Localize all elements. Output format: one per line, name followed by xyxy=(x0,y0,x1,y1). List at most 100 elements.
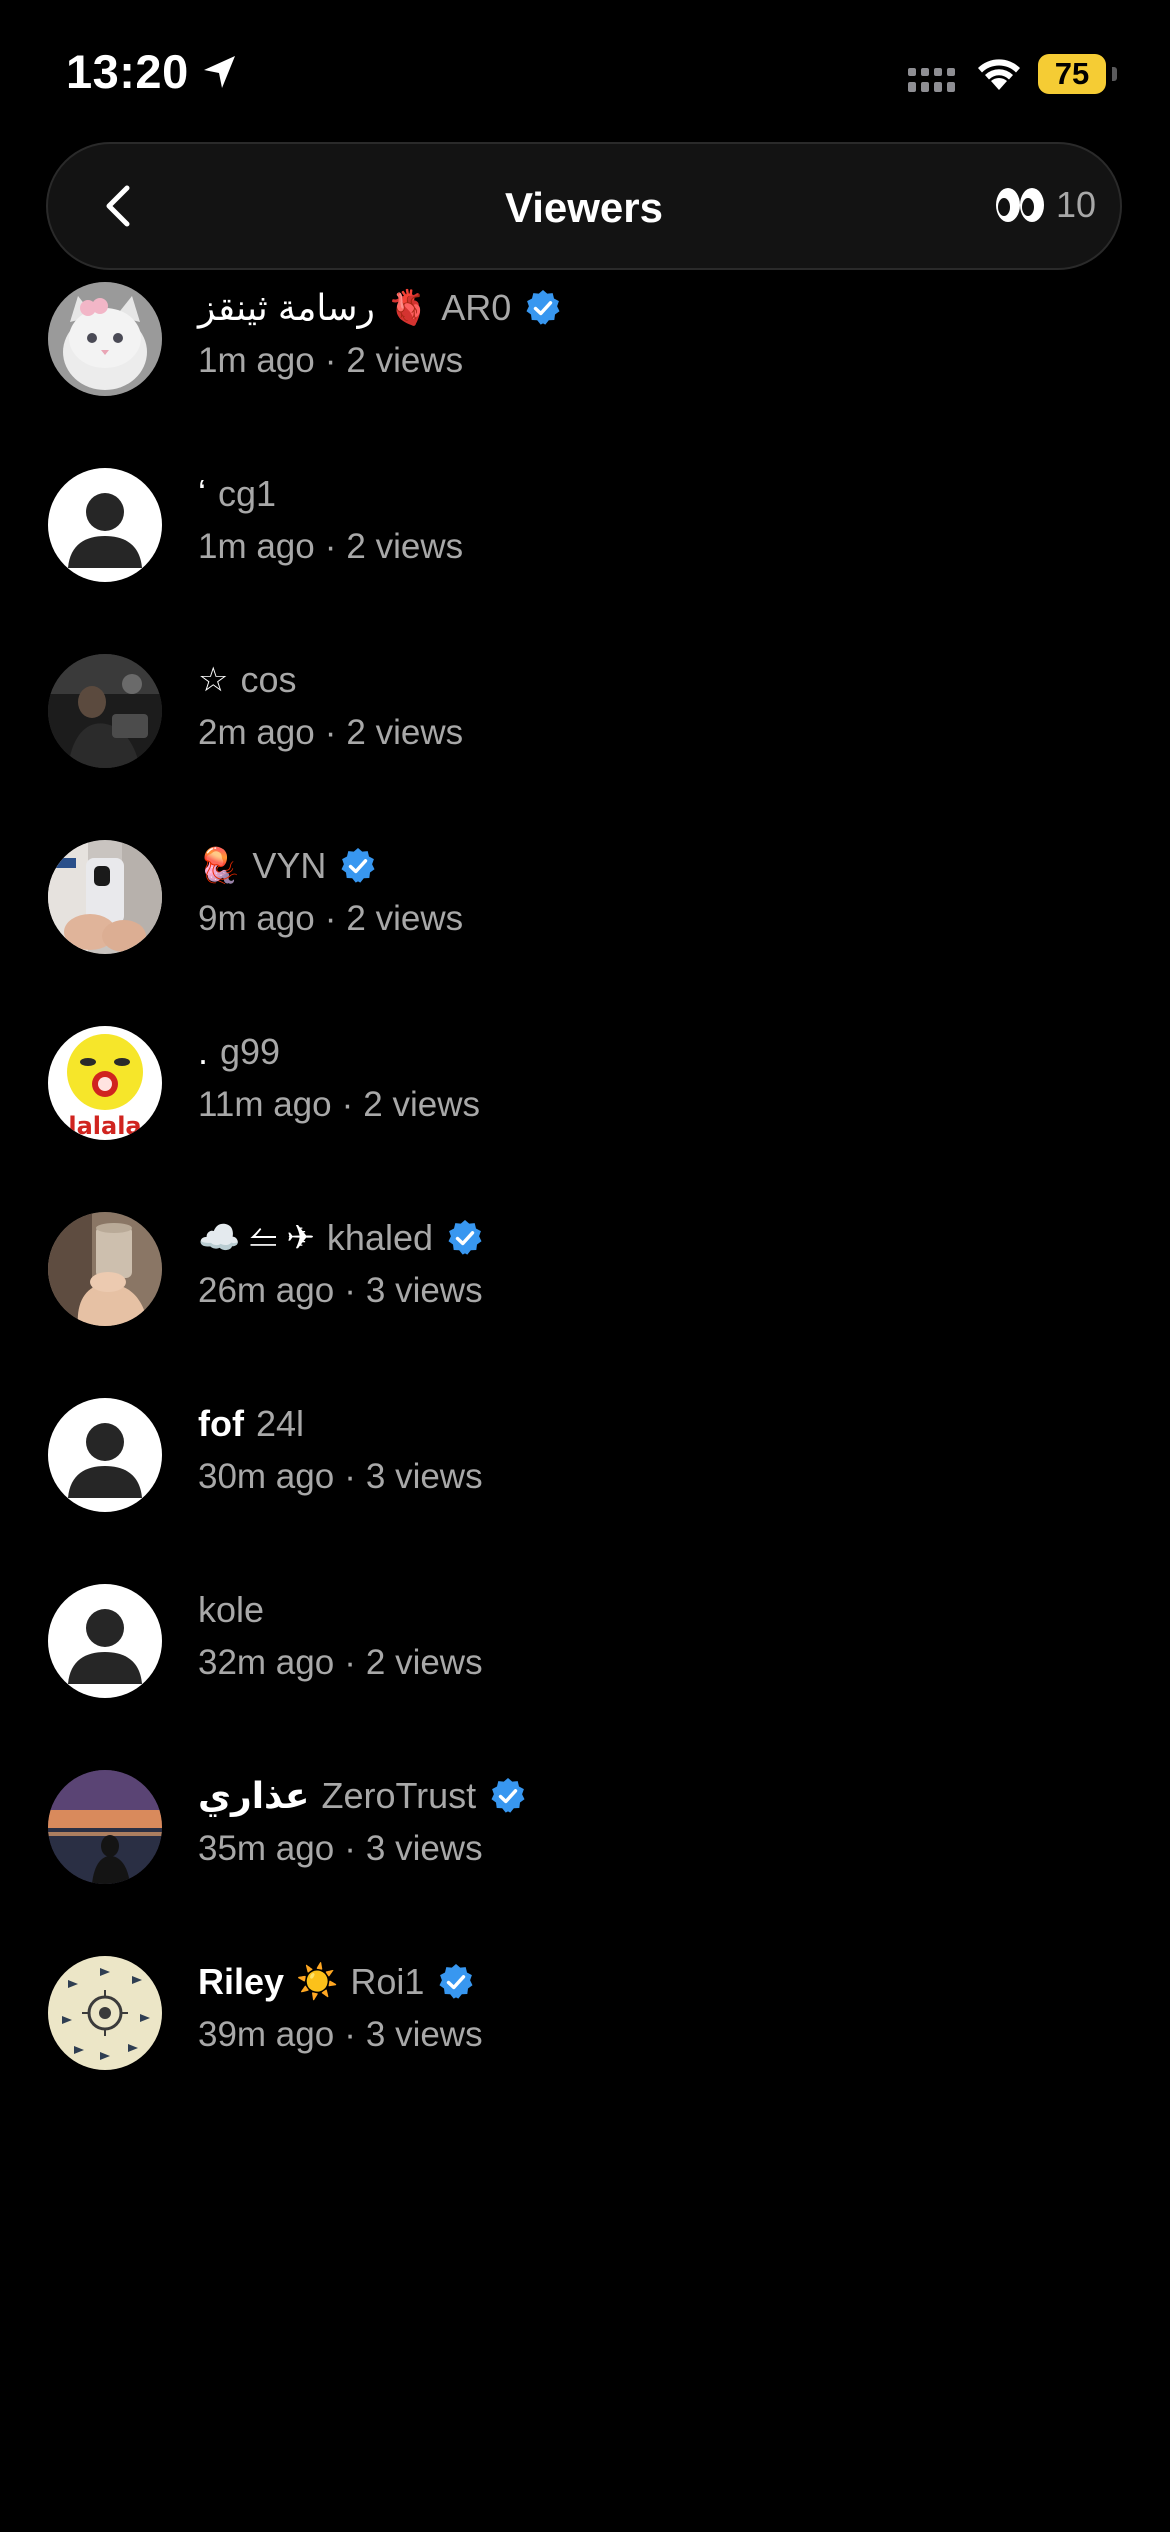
name-emoji: 🪼 xyxy=(198,847,241,885)
view-time: 11m ago xyxy=(198,1085,332,1124)
viewer-meta: 30m ago · 3 views xyxy=(198,1456,1130,1498)
view-time: 35m ago xyxy=(198,1829,335,1868)
viewer-info: fof 24l 30m ago · 3 views xyxy=(198,1402,1130,1498)
verified-badge-icon xyxy=(341,848,375,883)
avatar[interactable] xyxy=(48,282,162,396)
viewer-meta: 9m ago · 2 views xyxy=(198,898,1130,940)
viewer-row[interactable]: fof 24l 30m ago · 3 views xyxy=(0,1398,1170,1584)
viewer-count-number: 10 xyxy=(1055,184,1096,225)
view-count: 2 views xyxy=(365,1643,483,1682)
status-time: 13:20 xyxy=(66,45,189,98)
viewer-username: ZeroTrust xyxy=(321,1775,477,1816)
verified-badge-icon xyxy=(439,1964,473,1999)
viewer-display-name: fof xyxy=(198,1403,244,1444)
viewer-row[interactable]: Riley ☀️ Roi1 39m ago · 3 views xyxy=(0,1956,1170,2142)
view-count: 2 views xyxy=(346,899,464,938)
avatar[interactable] xyxy=(48,654,162,768)
separator-dot: · xyxy=(344,2015,356,2054)
viewer-username: 24l xyxy=(255,1403,305,1444)
separator-dot: · xyxy=(341,1085,354,1124)
viewer-name-line: 🪼 VYN xyxy=(198,844,1130,888)
name-emoji: ☀️ xyxy=(296,1963,339,2001)
view-time: 9m ago xyxy=(198,899,315,938)
viewer-meta: 32m ago · 2 views xyxy=(198,1642,1130,1684)
view-count: 2 views xyxy=(363,1085,480,1124)
viewer-info: . g99 11m ago · 2 views xyxy=(198,1030,1130,1126)
viewer-name-line: fof 24l xyxy=(198,1402,1130,1446)
view-time: 2m ago xyxy=(198,713,315,752)
separator-dot: · xyxy=(324,713,337,752)
view-time: 26m ago xyxy=(198,1271,335,1310)
view-time: 30m ago xyxy=(198,1457,335,1496)
viewer-username: VYN xyxy=(252,845,327,886)
verified-badge-icon xyxy=(448,1220,482,1255)
viewer-meta: 26m ago · 3 views xyxy=(198,1270,1130,1312)
viewer-username: Roi1 xyxy=(350,1961,425,2002)
battery-indicator: 75 xyxy=(1038,54,1118,94)
location-arrow-icon xyxy=(204,56,235,88)
viewer-name-line: ☁️ ⥪ ✈ khaled xyxy=(198,1216,1130,1260)
svg-text:lalala: lalala xyxy=(68,1112,141,1140)
viewer-username: khaled xyxy=(326,1217,434,1258)
battery-level: 75 xyxy=(1038,54,1106,94)
viewer-row[interactable]: kole 32m ago · 2 views xyxy=(0,1584,1170,1770)
page-title: Viewers xyxy=(504,184,663,231)
viewer-username: kole xyxy=(198,1589,265,1630)
status-bar: 13:20 75 xyxy=(0,0,1170,140)
viewer-row[interactable]: 🪼 VYN 9m ago · 2 views xyxy=(0,840,1170,1026)
name-emoji: ☆ xyxy=(198,661,229,699)
cellular-signal-icon xyxy=(908,68,955,92)
viewer-display-name: ʻ xyxy=(198,473,206,514)
viewer-info: Riley ☀️ Roi1 39m ago · 3 views xyxy=(198,1960,1130,2056)
viewer-username: AR0 xyxy=(441,287,512,328)
viewer-name-line: رسامة ثينقز 🫀 AR0 xyxy=(198,286,1130,330)
name-emoji: 🫀 xyxy=(386,289,430,327)
view-count: 3 views xyxy=(365,1271,483,1310)
avatar[interactable] xyxy=(48,1770,162,1884)
viewer-display-name: عذاري xyxy=(198,1775,310,1816)
avatar[interactable]: lalala xyxy=(48,1026,162,1140)
viewer-name-line: ʻ cg1 xyxy=(198,472,1130,516)
viewer-row[interactable]: عذاري ZeroTrust 35m ago · 3 views xyxy=(0,1770,1170,1956)
viewer-row[interactable]: ☁️ ⥪ ✈ khaled 26m ago · 3 views xyxy=(0,1212,1170,1398)
view-count: 3 views xyxy=(365,1829,483,1868)
viewer-meta: 1m ago · 2 views xyxy=(198,526,1130,568)
avatar[interactable] xyxy=(48,1584,162,1698)
view-count: 2 views xyxy=(346,713,464,752)
viewer-info: رسامة ثينقز 🫀 AR0 1m ago · 2 views xyxy=(198,286,1130,382)
eyes-icon xyxy=(995,188,1044,222)
viewer-row[interactable]: رسامة ثينقز 🫀 AR0 1m ago · 2 views xyxy=(0,282,1170,468)
view-count: 2 views xyxy=(346,341,464,380)
avatar[interactable] xyxy=(48,1956,162,2070)
viewer-display-name: رسامة ثينقز xyxy=(198,287,375,328)
viewer-meta: 1m ago · 2 views xyxy=(198,340,1130,382)
view-count: 2 views xyxy=(346,527,464,566)
viewer-username: g99 xyxy=(220,1031,281,1072)
avatar[interactable] xyxy=(48,840,162,954)
avatar[interactable] xyxy=(48,1398,162,1512)
separator-dot: · xyxy=(344,1271,356,1310)
separator-dot: · xyxy=(324,527,337,566)
viewer-row[interactable]: ☆ cos 2m ago · 2 views xyxy=(0,654,1170,840)
battery-cap xyxy=(1112,67,1117,81)
avatar[interactable] xyxy=(48,468,162,582)
view-time: 39m ago xyxy=(198,2015,335,2054)
name-emoji: ☁️ ⥪ ✈ xyxy=(198,1219,315,1257)
view-time: 32m ago xyxy=(198,1643,335,1682)
viewer-info: ☆ cos 2m ago · 2 views xyxy=(198,658,1130,754)
separator-dot: · xyxy=(344,1457,356,1496)
viewer-meta: 35m ago · 3 views xyxy=(198,1828,1130,1870)
viewer-username: cg1 xyxy=(218,473,277,514)
viewer-list: رسامة ثينقز 🫀 AR0 1m ago · 2 views ʻ cg1 1m ago ·… xyxy=(0,282,1170,2142)
viewer-row[interactable]: ʻ cg1 1m ago · 2 views xyxy=(0,468,1170,654)
viewer-meta: 39m ago · 3 views xyxy=(198,2014,1130,2056)
viewer-row[interactable]: lalala. g99 11m ago · 2 views xyxy=(0,1026,1170,1212)
viewer-display-name: . xyxy=(198,1031,209,1072)
viewer-info: ʻ cg1 1m ago · 2 views xyxy=(198,472,1130,568)
avatar[interactable] xyxy=(48,1212,162,1326)
viewer-info: عذاري ZeroTrust 35m ago · 3 views xyxy=(198,1774,1130,1870)
separator-dot: · xyxy=(344,1643,356,1682)
viewer-name-line: ☆ cos xyxy=(198,658,1130,702)
view-count: 3 views xyxy=(365,1457,483,1496)
wifi-icon xyxy=(978,59,1020,90)
